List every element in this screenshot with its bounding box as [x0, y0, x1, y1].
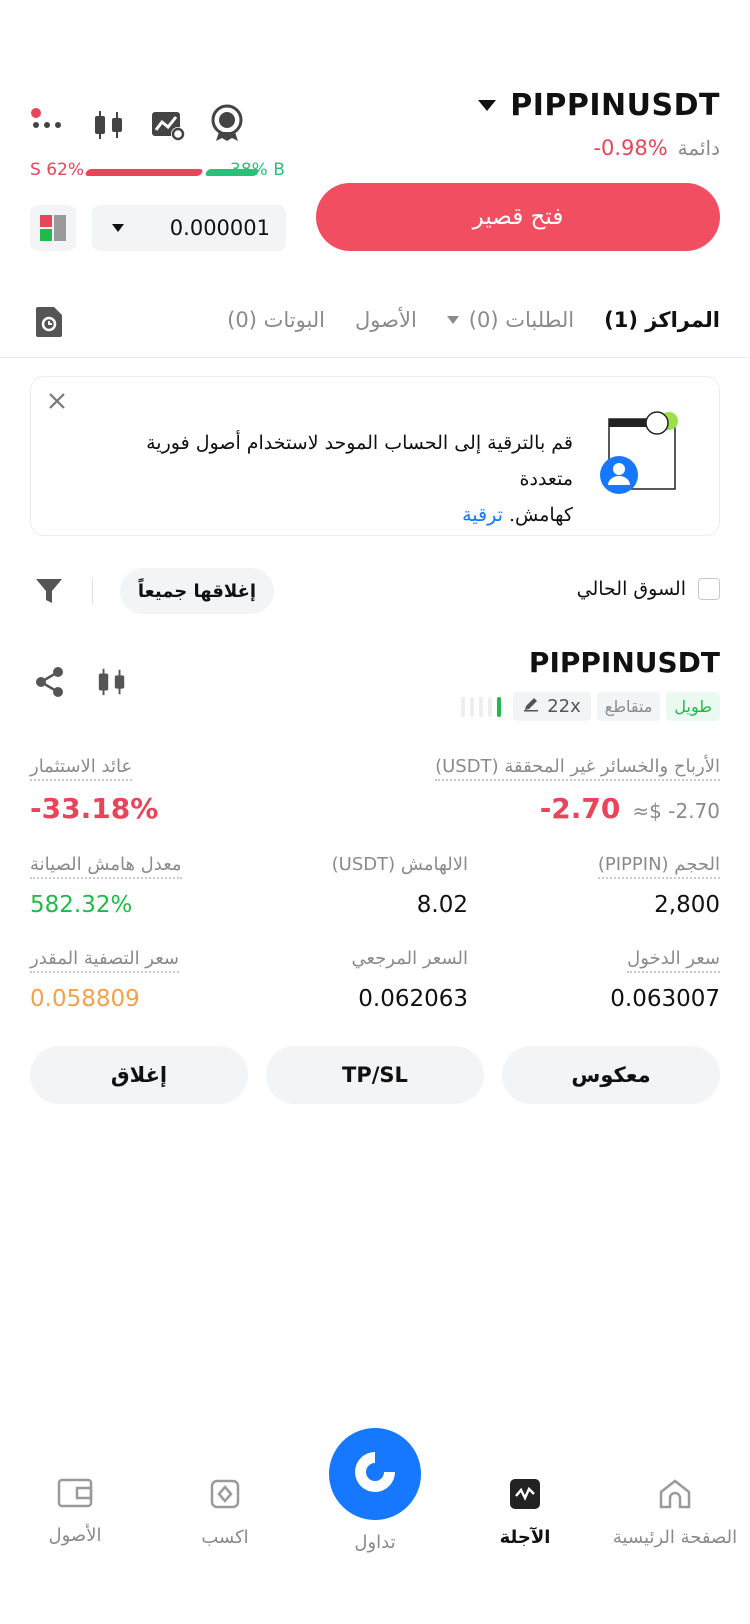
margin-mode-badge: متقاطع — [596, 692, 661, 721]
banner-text: قم بالترقية إلى الحساب الموحد لاستخدام أ… — [146, 432, 573, 526]
buy-ratio: 38% B — [230, 160, 285, 180]
nav-trade-label[interactable]: تداول — [329, 1532, 421, 1553]
leverage-badge[interactable]: 22x — [513, 692, 591, 721]
liq-price-label[interactable]: سعر التصفية المقدر — [30, 948, 179, 973]
tab-assets[interactable]: الأصول — [355, 308, 417, 332]
home-icon — [658, 1478, 692, 1515]
size-label[interactable]: الحجم (PIPPIN) — [597, 854, 720, 879]
liq-price-value: 0.058809 — [30, 986, 140, 1012]
reverse-button[interactable]: معكوس — [502, 1046, 720, 1104]
unrealized-pnl-value: -2.70 ≈$ -2.70 — [539, 792, 720, 825]
history-icon[interactable] — [34, 305, 64, 339]
entry-price-value: 0.063007 — [610, 986, 720, 1012]
open-short-button[interactable]: فتح قصير — [316, 183, 720, 251]
trade-logo-icon — [349, 1446, 401, 1502]
futures-icon — [509, 1478, 541, 1515]
chevron-down-icon — [478, 100, 497, 111]
roi-label[interactable]: عائد الاستثمار — [30, 756, 133, 781]
mark-price-value: 0.062063 — [358, 986, 468, 1012]
orderbook-layout-icon[interactable] — [30, 205, 76, 251]
nav-assets[interactable]: الأصول — [10, 1478, 140, 1546]
tab-bots[interactable]: البوتات (0) — [227, 308, 325, 332]
chevron-down-icon — [112, 224, 124, 232]
price-change: -0.98% — [593, 136, 668, 160]
nav-earn[interactable]: اكسب — [160, 1478, 290, 1548]
sentiment-bar: S 62% 38% B — [30, 160, 286, 182]
risk-level-indicator — [455, 696, 507, 717]
symbol-subtitle: دائمة -0.98% — [593, 136, 720, 160]
close-all-button[interactable]: إغلاقها جميعاً — [120, 568, 274, 614]
margin-label[interactable]: الالهامش (USDT) — [332, 854, 468, 875]
badge-icon[interactable] — [210, 104, 244, 142]
wallet-icon — [57, 1478, 93, 1513]
chevron-down-icon — [446, 316, 459, 324]
quantity-value: 0.000001 — [169, 216, 270, 240]
sell-bar — [84, 169, 204, 176]
symbol-selector[interactable]: PIPPINUSDT — [478, 88, 720, 123]
upgrade-link[interactable]: ترقية — [462, 504, 503, 526]
close-icon[interactable] — [47, 391, 67, 411]
share-icon[interactable] — [34, 666, 66, 698]
upgrade-banner: قم بالترقية إلى الحساب الموحد لاستخدام أ… — [30, 376, 720, 536]
nav-home[interactable]: الصفحة الرئيسية — [605, 1478, 745, 1548]
more-icon[interactable] — [30, 108, 66, 132]
quantity-select[interactable]: 0.000001 — [92, 205, 286, 251]
earn-icon — [209, 1478, 241, 1515]
maint-margin-label[interactable]: معدل هامش الصيانة — [30, 854, 182, 879]
candlestick-icon[interactable] — [96, 666, 128, 698]
filter-icon[interactable] — [34, 576, 64, 606]
position-symbol: PIPPINUSDT — [528, 646, 720, 679]
close-position-button[interactable]: إغلاق — [30, 1046, 248, 1104]
wallet-illustration-icon — [599, 409, 689, 497]
maint-margin-value: 582.32% — [30, 892, 133, 918]
contract-type: دائمة — [677, 136, 720, 160]
size-value: 2,800 — [654, 892, 720, 918]
trade-button[interactable] — [329, 1428, 421, 1520]
tabs: المراكز (1) الطلبات (0) الأصول البوتات (… — [227, 308, 720, 332]
tpsl-button[interactable]: TP/SL — [266, 1046, 484, 1104]
current-market-filter[interactable]: السوق الحالي — [577, 578, 720, 600]
unrealized-pnl-label[interactable]: الأرباح والخسائر غير المحققة (USDT) — [435, 756, 720, 781]
sell-ratio: S 62% — [30, 160, 84, 180]
chart-settings-icon[interactable] — [150, 108, 186, 142]
current-market-checkbox[interactable] — [698, 578, 720, 600]
nav-futures[interactable]: الآجلة — [460, 1478, 590, 1548]
side-badge: طويل — [666, 692, 720, 721]
symbol-title: PIPPINUSDT — [510, 88, 720, 123]
filter-divider — [92, 578, 93, 604]
tab-positions[interactable]: المراكز (1) — [604, 308, 720, 332]
entry-price-label[interactable]: سعر الدخول — [627, 948, 720, 973]
position-tags: طويل متقاطع 22x — [455, 692, 720, 721]
margin-value: 8.02 — [416, 892, 468, 918]
candlestick-icon[interactable] — [92, 108, 126, 142]
tabs-divider — [0, 357, 750, 358]
edit-icon — [523, 696, 539, 717]
roi-value: -33.18% — [30, 792, 159, 825]
tab-orders[interactable]: الطلبات (0) — [446, 308, 574, 332]
mark-price-label[interactable]: السعر المرجعي — [351, 948, 468, 969]
